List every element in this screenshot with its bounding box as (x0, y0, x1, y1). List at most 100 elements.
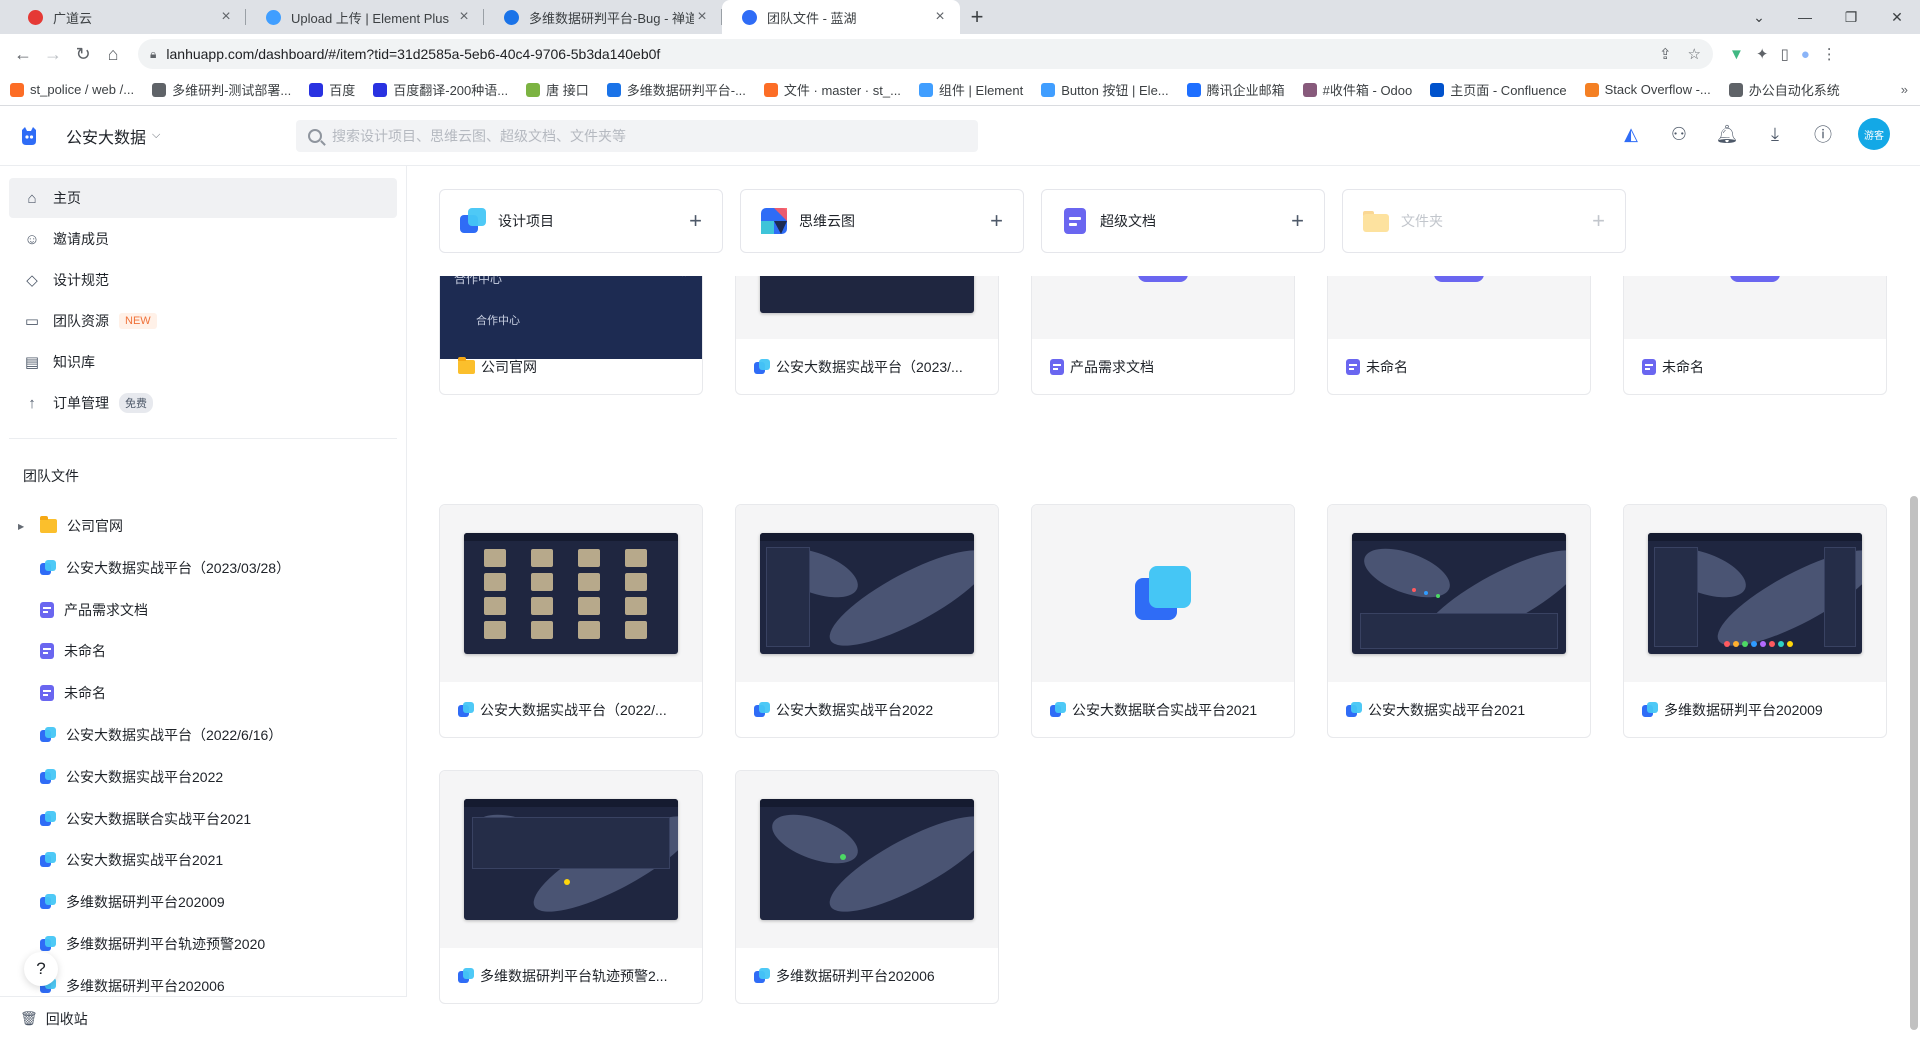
bookmarks-more-icon[interactable]: » (1901, 82, 1908, 97)
file-card-footer: 公司官网 (440, 339, 702, 394)
team-name: 公安大数据 (66, 129, 147, 147)
home-page-icon[interactable]: ⌂ (98, 39, 128, 69)
bookmark-item[interactable]: Stack Overflow -... (1584, 82, 1711, 97)
create-project-button[interactable]: 设计项目 + (439, 189, 723, 253)
bookmark-item[interactable]: 多维数据研判平台-... (606, 80, 746, 99)
tree-item-label: 未命名 (64, 685, 106, 702)
vue-devtools-icon[interactable]: ▼ (1729, 46, 1744, 63)
bookmark-item[interactable]: st_police / web /... (10, 82, 134, 97)
restore-icon[interactable]: ❐ (1828, 0, 1874, 34)
tree-item[interactable]: 产品需求文档 (0, 590, 400, 630)
create-folder-button[interactable]: 文件夹 + (1342, 189, 1626, 253)
tree-item[interactable]: 公安大数据实战平台（2023/03/28） (0, 548, 400, 588)
browser-menu-icon[interactable]: ⋮ (1822, 45, 1837, 63)
tree-item[interactable]: 公安大数据联合实战平台2021 (0, 799, 400, 839)
trash-item[interactable]: 🗑︎ 回收站 (0, 996, 407, 1040)
chevron-down-icon: ⌵ (152, 129, 161, 141)
tree-item[interactable]: ▶ 公司官网 (0, 506, 400, 546)
tree-item[interactable]: 多维数据研判平台202009 (0, 882, 400, 922)
file-card-footer: 公安大数据实战平台（2022/... (440, 682, 702, 737)
minimize-icon[interactable]: — (1782, 0, 1828, 34)
download-icon[interactable]: ⤓ (1762, 121, 1788, 147)
design-system-icon[interactable]: ◭ (1618, 121, 1644, 147)
reload-icon[interactable]: ↻ (68, 39, 98, 69)
bookmark-label: #收件箱 - Odoo (1322, 83, 1413, 98)
forward-icon[interactable]: → (38, 39, 68, 69)
tree-item[interactable]: 公安大数据实战平台2021 (0, 840, 400, 880)
back-icon[interactable]: ← (8, 39, 38, 69)
browser-tab[interactable]: Upload 上传 | Element Plus × (246, 0, 484, 34)
tab-close-icon[interactable]: × (218, 8, 234, 26)
close-window-icon[interactable]: ✕ (1874, 0, 1920, 34)
tab-favicon-icon (28, 9, 43, 25)
bookmark-item[interactable]: 百度 (309, 80, 355, 99)
sidebar-nav-item[interactable]: ◇ 设计规范 (9, 260, 397, 300)
tab-search-icon[interactable]: ⌄ (1736, 0, 1782, 34)
sidebar-nav-item[interactable]: ↑ 订单管理 免费 (9, 383, 397, 423)
file-card[interactable]: 多维数据研判平台202009 (1623, 504, 1887, 738)
bookmark-item[interactable]: Button 按钮 | Ele... (1041, 80, 1169, 99)
bookmark-item[interactable]: 主页面 - Confluence (1430, 80, 1567, 99)
tab-close-icon[interactable]: × (694, 8, 710, 26)
help-icon[interactable]: ⓘ (1810, 121, 1836, 147)
tree-item[interactable]: 公安大数据实战平台（2022/6/16） (0, 715, 400, 755)
bookmark-label: 腾讯企业邮箱 (1206, 83, 1285, 98)
bookmark-item[interactable]: 百度翻译-200种语... (373, 80, 508, 99)
bookmark-item[interactable]: 多维研判-测试部署... (152, 80, 291, 99)
bookmark-star-icon[interactable]: ☆ (1688, 45, 1701, 63)
new-tab-button[interactable]: + (960, 0, 994, 34)
file-card-footer: 未命名 (1624, 339, 1886, 394)
tree-item-label: 公司官网 (67, 518, 123, 534)
caret-right-icon[interactable]: ▶ (18, 522, 32, 531)
invite-user-icon[interactable]: ⚇ (1666, 121, 1692, 147)
bookmark-item[interactable]: 组件 | Element (918, 80, 1023, 99)
tree-item[interactable]: 未命名 (0, 673, 400, 713)
tree-item[interactable]: 公安大数据实战平台2022 (0, 757, 400, 797)
bookmark-favicon-icon (1430, 82, 1445, 97)
address-bar[interactable]: 🔒︎ lanhuapp.com/dashboard/#/item?tid=31d… (138, 39, 1713, 69)
mindmap-icon (761, 208, 787, 234)
folder-icon (458, 357, 475, 374)
bookmark-item[interactable]: 文件 · master · st_... (763, 80, 901, 99)
share-icon[interactable]: ⇪ (1659, 45, 1672, 63)
tab-close-icon[interactable]: × (456, 8, 472, 26)
file-card[interactable]: 公安大数据实战平台2022 (735, 504, 999, 738)
file-card[interactable]: 多维数据研判平台轨迹预警2... (439, 770, 703, 1004)
sidebar-nav-item[interactable]: ☺ 邀请成员 (9, 219, 397, 259)
browser-tab[interactable]: 团队文件 - 蓝湖 × (722, 0, 960, 34)
bookmark-label: 百度翻译-200种语... (393, 83, 509, 98)
sidebar-nav-item[interactable]: ⌂ 主页 (9, 178, 397, 218)
tree-item-label: 未命名 (64, 643, 106, 660)
tree-item[interactable]: 未命名 (0, 631, 400, 671)
bookmark-item[interactable]: 办公自动化系统 (1728, 80, 1840, 99)
team-switcher[interactable]: 公安大数据 ⌵ (66, 124, 160, 148)
file-thumbnail (736, 771, 998, 948)
file-card[interactable]: 公安大数据联合实战平台2021 (1031, 504, 1295, 738)
side-panel-icon[interactable]: ▯ (1780, 45, 1788, 63)
create-doc-button[interactable]: 超级文档 + (1041, 189, 1325, 253)
sidebar-nav-item[interactable]: ▭ 团队资源 NEW (9, 301, 397, 341)
profile-icon[interactable]: ● (1801, 46, 1810, 63)
file-card[interactable]: 公安大数据实战平台2021 (1327, 504, 1591, 738)
search-box[interactable] (296, 120, 978, 152)
lanhu-logo-icon[interactable] (18, 125, 40, 147)
create-mindmap-button[interactable]: 思维云图 + (740, 189, 1024, 253)
notification-bell-icon[interactable]: 🔔︎ (1714, 121, 1740, 147)
browser-tab[interactable]: 广道云 × (8, 0, 246, 34)
tab-close-icon[interactable]: × (932, 8, 948, 26)
file-card[interactable]: 多维数据研判平台202006 (735, 770, 999, 1004)
help-float-button[interactable]: ? (24, 952, 58, 986)
bookmark-item[interactable]: #收件箱 - Odoo (1302, 80, 1413, 99)
app-header: 公安大数据 ⌵ ◭ ⚇ 🔔︎ ⤓ ⓘ 游客 (0, 106, 1920, 166)
extensions-icon[interactable]: ✦ (1756, 45, 1769, 63)
search-input[interactable] (332, 128, 966, 144)
file-card[interactable]: 公安大数据实战平台（2022/... (439, 504, 703, 738)
browser-tab[interactable]: 多维数据研判平台-Bug - 禅道 × (484, 0, 722, 34)
tree-item[interactable]: 多维数据研判平台轨迹预警2020 (0, 924, 400, 964)
main-scrollbar[interactable] (1910, 496, 1918, 1030)
avatar[interactable]: 游客 (1858, 118, 1890, 150)
bookmark-item[interactable]: 唐 接口 (526, 80, 589, 99)
bookmark-item[interactable]: 腾讯企业邮箱 (1186, 80, 1285, 99)
lock-icon[interactable]: 🔒︎ (150, 47, 156, 62)
sidebar-nav-item[interactable]: ▤ 知识库 (9, 342, 397, 382)
